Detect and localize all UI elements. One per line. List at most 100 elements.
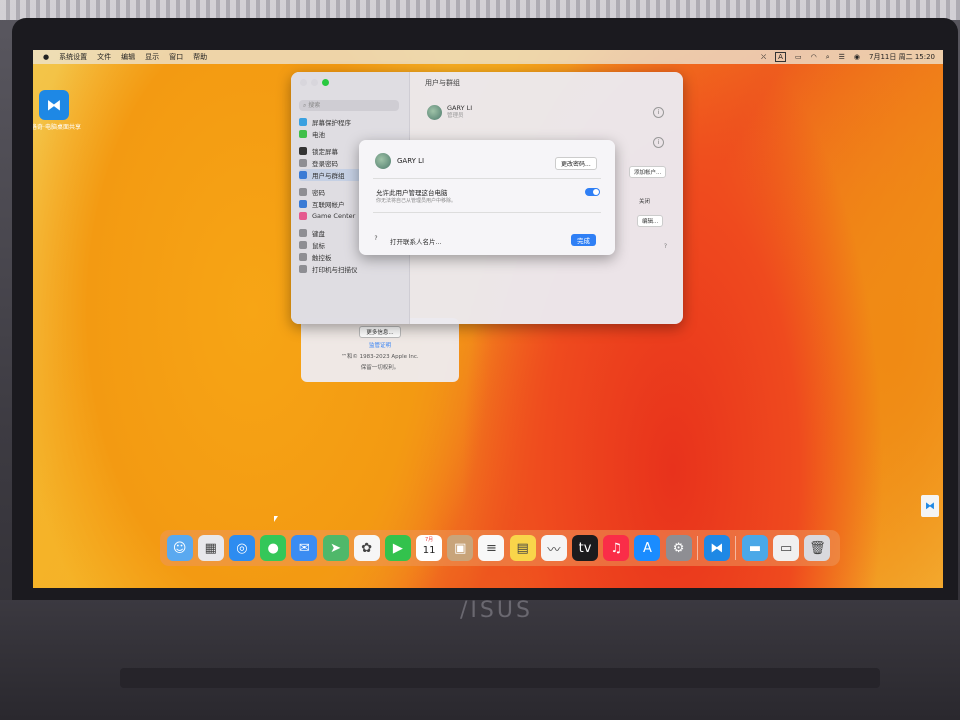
sidebar-item-icon bbox=[299, 265, 307, 273]
about-this-mac-window: 更多信息... 监管证明 ™和© 1983-2023 Apple Inc. 保留… bbox=[301, 318, 459, 382]
menu-edit[interactable]: 编辑 bbox=[121, 52, 135, 62]
dock-glyph: ☺ bbox=[172, 540, 187, 556]
desktop-icon-label: 洛奇·电脑桌面共享 bbox=[33, 124, 81, 131]
minimize-window-button[interactable] bbox=[311, 79, 318, 86]
sheet-user-avatar bbox=[375, 153, 391, 169]
edit-button[interactable]: 编辑... bbox=[637, 215, 664, 227]
dock-glyph: ✉ bbox=[298, 540, 310, 556]
dock-glyph: ● bbox=[267, 540, 279, 556]
app-store-icon[interactable]: A bbox=[634, 535, 661, 561]
sidebar-item-icon bbox=[299, 200, 307, 208]
documents-icon[interactable]: ▭ bbox=[773, 535, 800, 561]
open-contact-card-button[interactable]: 打开联系人名片... bbox=[390, 236, 442, 246]
close-window-button[interactable] bbox=[300, 79, 307, 86]
second-user-info-icon[interactable]: i bbox=[653, 137, 664, 148]
more-info-button[interactable]: 更多信息... bbox=[359, 326, 401, 338]
dock-glyph: A bbox=[642, 540, 652, 556]
mouse-cursor-icon bbox=[274, 516, 278, 522]
allow-admin-label: 允许此用户管理这台电脑 bbox=[376, 189, 448, 197]
trash-icon[interactable]: 🗑 bbox=[804, 535, 831, 561]
dock-glyph: tv bbox=[578, 540, 592, 556]
auto-login-select[interactable]: 关闭 bbox=[639, 197, 650, 205]
sidebar-item-icon bbox=[299, 118, 307, 126]
reminders-icon[interactable]: ≡ bbox=[478, 535, 505, 561]
calendar-icon[interactable]: 7月 11 bbox=[416, 535, 443, 561]
contacts-icon[interactable]: ▣ bbox=[447, 535, 474, 561]
sidebar-item[interactable]: 屏幕保护程序 bbox=[299, 116, 405, 128]
laptop-brand-logo: /ISUS bbox=[460, 598, 533, 623]
sidebar-item-label: 键盘 bbox=[312, 230, 325, 238]
battery-icon[interactable]: ▭ bbox=[795, 53, 802, 61]
dock-glyph: ▭ bbox=[780, 540, 793, 556]
sidebar-item-icon bbox=[299, 130, 307, 138]
control-center-icon[interactable]: ☰ bbox=[839, 53, 845, 61]
safari-icon[interactable]: ◎ bbox=[228, 535, 255, 561]
spotlight-icon[interactable]: ⌕ bbox=[826, 53, 830, 62]
messages-icon[interactable]: ● bbox=[260, 535, 287, 561]
wifi-icon[interactable]: ◠ bbox=[811, 53, 817, 61]
remote-desktop-icon[interactable]: ⧓ bbox=[703, 535, 730, 561]
settings-help-icon[interactable]: ? bbox=[661, 242, 670, 251]
system-settings-icon[interactable]: ⚙ bbox=[665, 535, 692, 561]
menu-help[interactable]: 帮助 bbox=[193, 52, 207, 62]
change-password-button[interactable]: 更改密码... bbox=[555, 157, 597, 170]
user-info-icon[interactable]: i bbox=[653, 107, 664, 118]
downloads-folder-icon[interactable]: ▬ bbox=[741, 535, 768, 561]
music-icon[interactable]: ♫ bbox=[603, 535, 630, 561]
zoom-window-button[interactable] bbox=[322, 79, 329, 86]
remote-status-icon[interactable]: ⛌ bbox=[761, 53, 766, 62]
divider bbox=[373, 212, 601, 213]
launchpad-icon[interactable]: ▦ bbox=[197, 535, 224, 561]
menu-clock[interactable]: 7月11日 周二 15:20 bbox=[869, 52, 935, 62]
menu-system-settings[interactable]: 系统设置 bbox=[59, 52, 87, 62]
allow-admin-toggle[interactable] bbox=[585, 188, 600, 196]
sidebar-item-label: 鼠标 bbox=[312, 242, 325, 250]
calendar-month: 7月 bbox=[425, 537, 434, 543]
sidebar-item-icon bbox=[299, 159, 307, 167]
done-button[interactable]: 完成 bbox=[571, 234, 596, 246]
user-row[interactable]: GARY LI 管理员 bbox=[427, 104, 472, 120]
menu-window[interactable]: 窗口 bbox=[169, 52, 183, 62]
freeform-icon[interactable]: 〰 bbox=[540, 535, 567, 561]
add-account-button[interactable]: 添加帐户... bbox=[629, 166, 667, 178]
regulatory-link[interactable]: 监管证明 bbox=[301, 341, 459, 349]
pane-title: 用户与群组 bbox=[425, 79, 460, 87]
notes-icon[interactable]: ▤ bbox=[509, 535, 536, 561]
apple-tv-icon[interactable]: tv bbox=[572, 535, 599, 561]
menu-bar-status: ⛌ A ▭ ◠ ⌕ ☰ ◉ 7月11日 周二 15:20 bbox=[761, 50, 935, 64]
user-avatar bbox=[427, 104, 442, 120]
photos-icon[interactable]: ✿ bbox=[353, 535, 380, 561]
finder-icon[interactable]: ☺ bbox=[166, 535, 193, 561]
copyright-text: ™和© 1983-2023 Apple Inc. bbox=[341, 354, 419, 360]
sidebar-item-icon bbox=[299, 171, 307, 179]
dock-glyph: ✿ bbox=[361, 540, 373, 556]
divider bbox=[373, 178, 601, 179]
dock-glyph: 11 bbox=[422, 545, 436, 556]
dock: ☺ ▦ ◎ ● ✉ ➤ ✿ ▶ 7月 11 ▣ ≡ ▤ 〰 tv ♫ A ⚙ ⧓ ▬ ▭ 🗑 bbox=[160, 530, 840, 566]
sidebar-item[interactable]: 打印机与扫描仪 bbox=[299, 263, 405, 275]
maps-icon[interactable]: ➤ bbox=[322, 535, 349, 561]
sheet-help-icon[interactable]: ? bbox=[371, 234, 381, 244]
apple-menu-icon[interactable]: ● bbox=[43, 53, 49, 61]
dock-glyph: ⚙ bbox=[672, 540, 685, 556]
sidebar-item-label: Game Center bbox=[312, 212, 356, 220]
allow-admin-subtext: 你无法将自己从管理员用户中移除。 bbox=[376, 198, 457, 204]
dock-glyph: ▦ bbox=[204, 540, 217, 556]
input-source-icon[interactable]: A bbox=[775, 52, 786, 62]
dock-glyph: ▬ bbox=[748, 540, 762, 556]
dock-glyph: ▣ bbox=[454, 540, 467, 556]
menu-file[interactable]: 文件 bbox=[97, 52, 111, 62]
laptop-hinge bbox=[120, 668, 880, 688]
remote-desktop-app-icon[interactable]: ⧓ bbox=[39, 90, 69, 120]
facetime-icon[interactable]: ▶ bbox=[384, 535, 411, 561]
remote-desktop-side-icon[interactable]: ⧓ bbox=[921, 495, 939, 517]
menu-view[interactable]: 显示 bbox=[145, 52, 159, 62]
dock-glyph: ♫ bbox=[610, 540, 623, 556]
siri-icon[interactable]: ◉ bbox=[854, 53, 860, 61]
mail-icon[interactable]: ✉ bbox=[291, 535, 318, 561]
rights-text: 保留一切权利。 bbox=[360, 365, 400, 371]
dock-glyph: ◎ bbox=[236, 540, 248, 556]
settings-search-input[interactable]: ⌕ 搜索 bbox=[299, 100, 399, 111]
sidebar-item[interactable]: 电池 bbox=[299, 128, 405, 140]
dock-glyph: 〰 bbox=[547, 542, 561, 558]
